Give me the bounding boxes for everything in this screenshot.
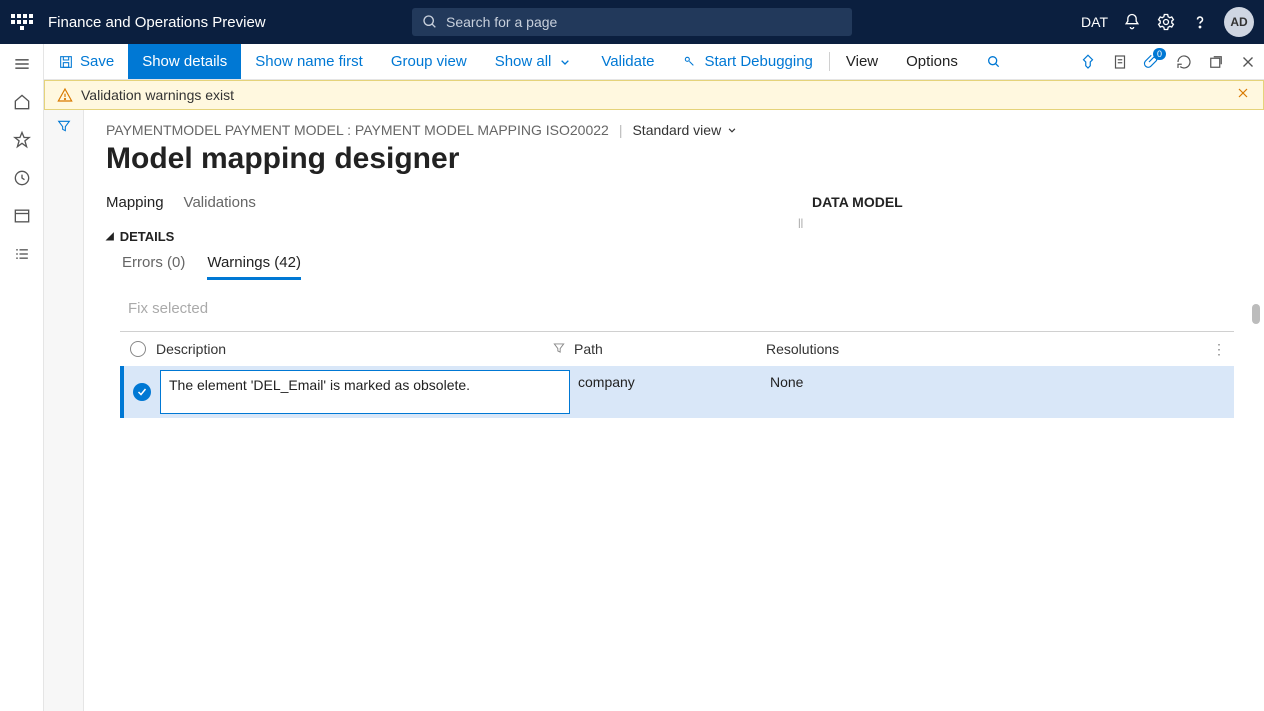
validate-button[interactable]: Validate [587,44,668,79]
subtab-warnings[interactable]: Warnings (42) [207,254,301,280]
pin-icon[interactable] [1072,44,1104,80]
view-selector[interactable]: Standard view [632,122,739,138]
more-columns-icon[interactable]: ⋮ [1212,341,1226,358]
attachment-count-badge: 0 [1153,48,1166,60]
warning-triangle-icon [57,87,73,103]
app-launcher-icon[interactable] [10,10,34,34]
collapse-triangle-icon: ◢ [106,231,114,242]
refresh-icon[interactable] [1168,44,1200,80]
row-selected-checkmark-icon[interactable] [133,383,151,401]
separator [829,52,830,71]
recent-icon[interactable] [12,168,32,188]
command-bar: Save Show details Show name first Group … [44,44,1264,80]
notifications-icon[interactable] [1122,12,1142,32]
hamburger-icon[interactable] [12,54,32,74]
row-path-cell: company [578,366,770,418]
chevron-down-icon [557,54,573,70]
close-icon[interactable] [1232,44,1264,80]
left-nav-rail [0,44,44,711]
start-debugging-button[interactable]: Start Debugging [668,44,826,79]
favorites-icon[interactable] [12,130,32,150]
debug-icon [682,54,698,70]
save-button[interactable]: Save [44,44,128,79]
user-avatar[interactable]: AD [1224,7,1254,37]
row-resolutions-cell: None [770,366,1234,418]
tab-mapping[interactable]: Mapping [106,194,164,215]
col-header-path[interactable]: Path [574,341,603,357]
breadcrumb: PAYMENTMODEL PAYMENT MODEL : PAYMENT MOD… [106,122,1242,138]
grid-header-row: Description Path Resolutions ⋮ [120,332,1234,366]
warning-close-icon[interactable] [1235,85,1251,106]
show-name-first-button[interactable]: Show name first [241,44,377,79]
fix-selected-button[interactable]: Fix selected [128,300,1242,317]
filter-funnel-icon[interactable] [56,118,72,139]
details-section-header[interactable]: ◢ DETAILS [106,229,1242,244]
attachments-icon[interactable]: 0 [1136,44,1168,80]
help-icon[interactable] [1190,12,1210,32]
grid-row[interactable]: The element 'DEL_Email' is marked as obs… [120,366,1234,418]
save-label: Save [80,53,114,70]
data-model-heading: DATA MODEL [812,194,903,210]
top-nav-bar: Finance and Operations Preview DAT AD [0,0,1264,44]
select-all-checkbox[interactable] [130,341,146,357]
page-title: Model mapping designer [106,142,1242,176]
pane-splitter[interactable]: || [798,218,803,229]
subtab-errors[interactable]: Errors (0) [122,254,185,280]
global-search[interactable] [412,8,852,36]
legal-entity[interactable]: DAT [1081,14,1108,30]
warnings-grid: Description Path Resolutions ⋮ The eleme… [120,331,1234,418]
find-button[interactable] [972,44,1016,79]
breadcrumb-path: PAYMENTMODEL PAYMENT MODEL : PAYMENT MOD… [106,122,609,138]
view-menu[interactable]: View [832,44,892,79]
search-icon [422,14,438,30]
tab-validations[interactable]: Validations [184,194,256,215]
filter-icon[interactable] [552,341,566,358]
show-details-button[interactable]: Show details [128,44,241,79]
search-input[interactable] [446,14,842,30]
workspaces-icon[interactable] [12,206,32,226]
col-header-resolutions[interactable]: Resolutions [766,341,839,357]
modules-icon[interactable] [12,244,32,264]
show-all-button[interactable]: Show all [481,44,588,79]
validation-warning-bar: Validation warnings exist [44,80,1264,110]
filter-pane-strip [44,110,84,711]
home-icon[interactable] [12,92,32,112]
search-icon [986,54,1002,70]
warning-message: Validation warnings exist [81,87,234,103]
page-tabs: Mapping Validations DATA MODEL || [106,194,1242,215]
vertical-scrollbar[interactable] [1252,304,1260,324]
main-content: PAYMENTMODEL PAYMENT MODEL : PAYMENT MOD… [84,110,1264,711]
popout-icon[interactable] [1200,44,1232,80]
group-view-button[interactable]: Group view [377,44,481,79]
chevron-down-icon [725,123,739,137]
col-header-description[interactable]: Description [156,341,226,357]
settings-icon[interactable] [1156,12,1176,32]
row-description-cell[interactable]: The element 'DEL_Email' is marked as obs… [160,370,570,414]
document-icon[interactable] [1104,44,1136,80]
details-subtabs: Errors (0) Warnings (42) [122,254,1242,280]
options-menu[interactable]: Options [892,44,972,79]
app-title: Finance and Operations Preview [48,14,266,31]
